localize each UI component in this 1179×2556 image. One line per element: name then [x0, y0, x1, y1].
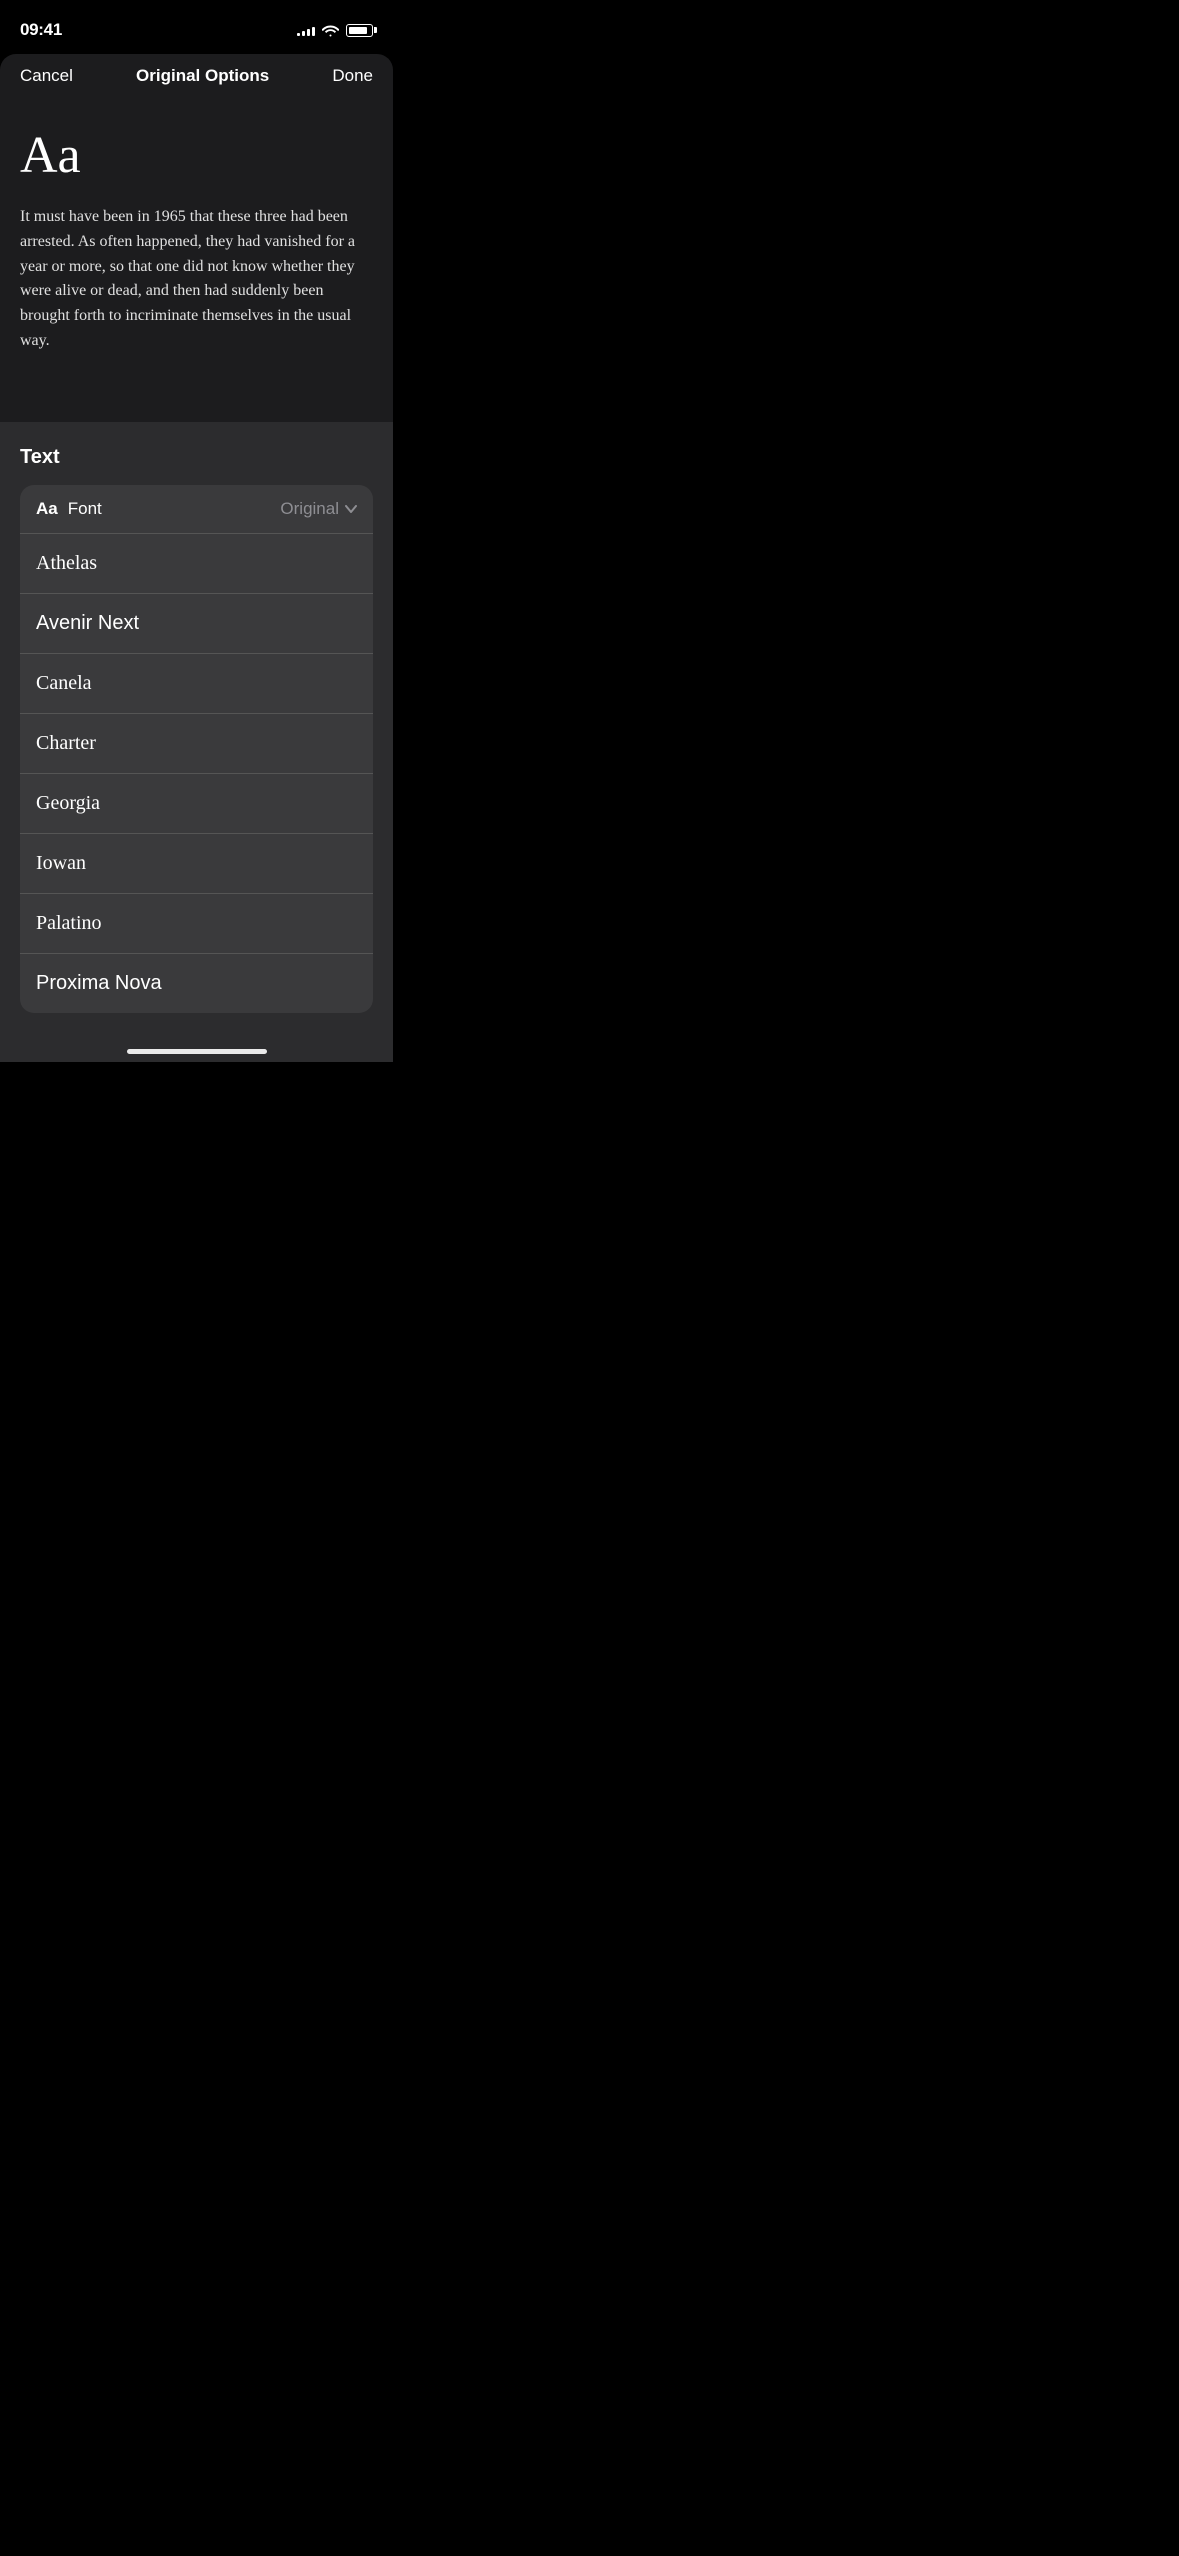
font-list-item[interactable]: Avenir Next [20, 594, 373, 654]
font-list-item[interactable]: Charter [20, 714, 373, 774]
status-time: 09:41 [20, 20, 62, 40]
font-list-container: Aa Font Original Athelas Avenir Next Canel… [20, 485, 373, 1013]
font-list-item[interactable]: Canela [20, 654, 373, 714]
home-bar [127, 1049, 267, 1054]
status-bar: 09:41 [0, 0, 393, 54]
preview-area: Aa It must have been in 1965 that these … [0, 102, 393, 422]
font-item-name: Proxima Nova [36, 972, 162, 995]
text-section-title: Text [20, 446, 373, 469]
cancel-button[interactable]: Cancel [20, 66, 73, 86]
bottom-panel: Text Aa Font Original Athelas Avenir Next… [0, 422, 393, 1062]
font-list-item[interactable]: Iowan [20, 834, 373, 894]
font-item-name: Avenir Next [36, 612, 139, 635]
font-header-aa: Aa [36, 499, 58, 519]
font-list: Athelas Avenir Next Canela Charter Georgia Io… [20, 534, 373, 1013]
font-item-name: Georgia [36, 792, 100, 815]
font-list-item[interactable]: Proxima Nova [20, 954, 373, 1013]
battery-icon [346, 24, 373, 37]
home-indicator [20, 1037, 373, 1062]
font-item-name: Charter [36, 732, 96, 755]
font-list-item[interactable]: Palatino [20, 894, 373, 954]
font-list-item[interactable]: Georgia [20, 774, 373, 834]
status-icons [297, 24, 373, 37]
preview-text: It must have been in 1965 that these thr… [20, 205, 373, 354]
font-header-label: Font [68, 499, 281, 519]
done-button[interactable]: Done [332, 66, 373, 86]
font-item-name: Athelas [36, 552, 97, 575]
signal-icon [297, 24, 315, 36]
wifi-icon [322, 24, 339, 37]
nav-title: Original Options [136, 66, 269, 86]
battery-fill [349, 27, 367, 34]
font-item-name: Canela [36, 672, 92, 695]
nav-bar: Cancel Original Options Done [0, 54, 393, 102]
font-header-row[interactable]: Aa Font Original [20, 485, 373, 534]
font-list-item[interactable]: Athelas [20, 534, 373, 594]
chevron-down-icon [345, 505, 357, 513]
font-selector[interactable]: Original [280, 499, 357, 519]
font-item-name: Palatino [36, 912, 102, 935]
current-font-label: Original [280, 499, 339, 519]
preview-aa-label: Aa [20, 126, 373, 185]
font-item-name: Iowan [36, 852, 86, 875]
